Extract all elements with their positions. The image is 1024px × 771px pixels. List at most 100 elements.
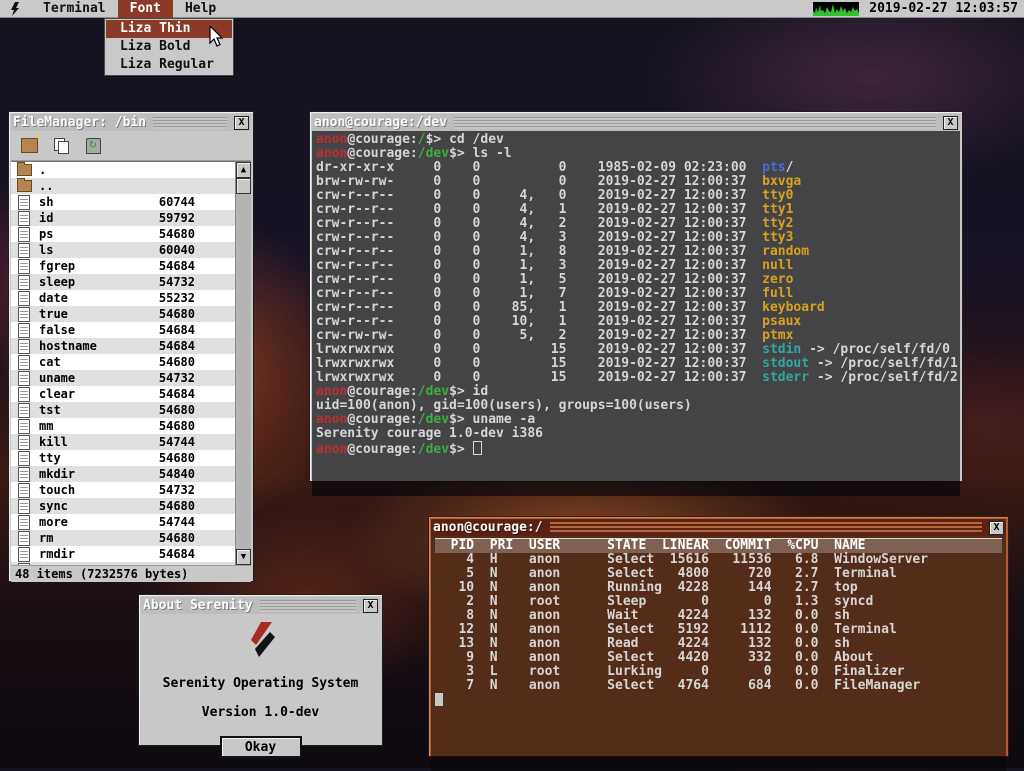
about-line2: Version 1.0-dev	[141, 705, 380, 720]
titlebar-stripes	[260, 600, 356, 612]
file-row[interactable]: mm54680	[11, 418, 235, 434]
file-row[interactable]: hostname54684	[11, 338, 235, 354]
terminal-dev-titlebar[interactable]: anon@courage:/dev X	[312, 114, 960, 131]
file-size: 54840	[137, 467, 195, 481]
file-row[interactable]: true54680	[11, 306, 235, 322]
terminal-top-window: anon@courage:/ X PID PRI USER STATE LINE…	[428, 516, 1009, 757]
menubar-item-font[interactable]: Font	[118, 0, 173, 18]
terminal-dev-screen[interactable]: anon@courage:/$> cd /devanon@courage:/de…	[312, 131, 960, 496]
file-icon	[18, 403, 30, 418]
filemanager-title: FileManager: /bin	[13, 115, 146, 130]
terminal-line: crw-r--r-- 0 0 1, 7 2019-02-27 12:00:37 …	[316, 287, 956, 301]
terminal-line: crw-r--r-- 0 0 1, 3 2019-02-27 12:00:37 …	[316, 259, 956, 273]
menu-items: TerminalFontHelp	[31, 0, 228, 18]
terminal-line: brw-rw-rw- 0 0 0 2019-02-27 12:00:37 bxv…	[316, 175, 956, 189]
menu-item-liza-regular[interactable]: Liza Regular	[106, 56, 232, 74]
desktop: { "menu_bar": { "logo_icon": "bolt-icon"…	[0, 0, 1024, 768]
copy-icon[interactable]	[49, 135, 73, 157]
file-row[interactable]: touch54732	[11, 482, 235, 498]
terminal-line: anon@courage:/dev$> id	[316, 385, 956, 399]
file-row[interactable]: rmdir54684	[11, 546, 235, 562]
file-name: clear	[39, 387, 137, 401]
file-row[interactable]: more54744	[11, 514, 235, 530]
file-row[interactable]: mkdir54840	[11, 466, 235, 482]
file-size: 54680	[137, 531, 195, 545]
file-size: 54684	[137, 339, 195, 353]
file-row[interactable]: rm54680	[11, 530, 235, 546]
new-folder-icon[interactable]: *	[17, 135, 41, 157]
close-icon[interactable]: X	[234, 116, 249, 130]
file-size: 60040	[137, 243, 195, 257]
titlebar-stripes	[550, 522, 982, 534]
file-size: 54744	[137, 435, 195, 449]
close-icon[interactable]: X	[943, 116, 958, 130]
file-size: 54732	[137, 483, 195, 497]
file-icon	[18, 451, 30, 466]
scroll-down-icon[interactable]: ▼	[236, 549, 251, 565]
file-row[interactable]: sh60744	[11, 194, 235, 210]
file-row[interactable]: false54684	[11, 322, 235, 338]
file-row[interactable]: sleep54732	[11, 274, 235, 290]
process-row: 9 N anon Select 4420 332 0.0 About	[435, 651, 1002, 665]
filemanager-titlebar[interactable]: FileManager: /bin X	[11, 114, 251, 131]
file-row[interactable]: fgrep54684	[11, 258, 235, 274]
file-row[interactable]: ps54680	[11, 226, 235, 242]
file-size: 54684	[137, 259, 195, 273]
file-size: 54732	[137, 275, 195, 289]
scroll-thumb[interactable]	[236, 178, 251, 194]
file-icon	[18, 547, 30, 562]
file-name: ls	[39, 243, 137, 257]
file-icon	[18, 275, 30, 290]
file-list-area: ...sh60744id59792ps54680ls60040fgrep5468…	[11, 161, 251, 565]
file-name: mkdir	[39, 467, 137, 481]
folder-icon	[17, 164, 32, 176]
file-row[interactable]: date55232	[11, 290, 235, 306]
file-row[interactable]: .	[11, 162, 235, 178]
file-row[interactable]: ls60040	[11, 242, 235, 258]
file-name: tst	[39, 403, 137, 417]
file-name: sh	[39, 195, 137, 209]
terminal-line: crw-rw-rw- 0 0 5, 2 2019-02-27 12:00:37 …	[316, 329, 956, 343]
file-row[interactable]: clear54684	[11, 386, 235, 402]
process-row: 5 N anon Select 4800 720 2.7 Terminal	[435, 567, 1002, 581]
scroll-up-icon[interactable]: ▲	[236, 162, 251, 178]
menubar-item-help[interactable]: Help	[173, 0, 228, 18]
menubar-item-terminal[interactable]: Terminal	[31, 0, 118, 18]
file-size: 54744	[137, 515, 195, 529]
terminal-dev-title: anon@courage:/dev	[314, 115, 447, 130]
terminal-line: crw-r--r-- 0 0 1, 8 2019-02-27 12:00:37 …	[316, 245, 956, 259]
file-row[interactable]: ..	[11, 178, 235, 194]
trash-icon[interactable]: ↻	[81, 135, 105, 157]
okay-button[interactable]: Okay	[220, 736, 302, 758]
file-size: 54732	[137, 371, 195, 385]
file-row[interactable]	[11, 562, 235, 565]
mouse-cursor	[209, 26, 224, 48]
file-size: 54684	[137, 547, 195, 561]
close-icon[interactable]: X	[363, 599, 378, 613]
terminal-top-titlebar[interactable]: anon@courage:/ X	[431, 519, 1006, 536]
file-size: 54684	[137, 387, 195, 401]
terminal-line: lrwxrwxrwx 0 0 15 2019-02-27 12:00:37 st…	[316, 357, 956, 371]
file-row[interactable]: kill54744	[11, 434, 235, 450]
about-titlebar[interactable]: About Serenity X	[141, 597, 380, 614]
file-icon	[18, 227, 30, 242]
file-icon	[18, 419, 30, 434]
process-row: 13 N anon Read 4224 132 0.0 sh	[435, 637, 1002, 651]
file-row[interactable]: uname54732	[11, 370, 235, 386]
bolt-icon[interactable]	[0, 2, 31, 16]
file-row[interactable]: tst54680	[11, 402, 235, 418]
file-icon	[18, 371, 30, 386]
close-icon[interactable]: X	[989, 521, 1004, 535]
scrollbar[interactable]: ▲ ▼	[235, 162, 251, 565]
terminal-line: crw-r--r-- 0 0 10, 1 2019-02-27 12:00:37…	[316, 315, 956, 329]
file-icon	[18, 291, 30, 306]
file-row[interactable]: sync54680	[11, 498, 235, 514]
clock: 2019-02-27 12:03:57	[869, 1, 1018, 16]
file-row[interactable]: cat54680	[11, 354, 235, 370]
file-row[interactable]: tty54680	[11, 450, 235, 466]
file-row[interactable]: id59792	[11, 210, 235, 226]
file-name: sync	[39, 499, 137, 513]
terminal-top-screen[interactable]: PID PRI USER STATE LINEAR COMMIT %CPU NA…	[431, 536, 1006, 771]
terminal-line: crw-r--r-- 0 0 85, 1 2019-02-27 12:00:37…	[316, 301, 956, 315]
folder-icon	[17, 180, 32, 192]
